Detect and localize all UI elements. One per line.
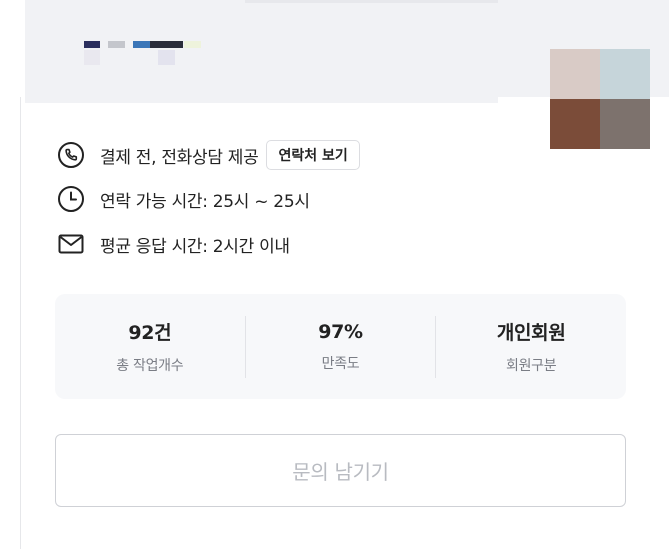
stat-value: 97% [318,320,363,343]
avatar-tile [550,49,600,99]
view-contact-button[interactable]: 연락처 보기 [266,140,360,170]
contact-hours-row: 연락 가능 시간: 25시 ~ 25시 [57,183,310,215]
phone-icon [57,141,85,169]
redacted-block [158,50,175,65]
clock-icon [57,185,85,213]
stat-label: 회원구분 [506,358,557,374]
call-consult-row: 결제 전, 전화상담 제공 연락처 보기 [57,139,360,171]
leave-inquiry-button[interactable]: 문의 남기기 [55,434,626,507]
seller-stats: 92건 총 작업개수 97% 만족도 개인회원 회원구분 [55,294,626,399]
stat-member-type: 개인회원 회원구분 [435,315,626,378]
mail-icon [57,230,85,258]
stat-value: 92건 [128,322,172,344]
response-time-row: 평균 응답 시간: 2시간 이내 [57,228,290,260]
redacted-block [184,41,201,48]
stat-label: 총 작업개수 [116,358,184,374]
stat-satisfaction: 97% 만족도 [244,315,436,378]
response-time-text: 평균 응답 시간: 2시간 이내 [100,236,290,257]
redacted-block [150,41,183,48]
redacted-block [133,41,150,48]
banner-divider [245,0,498,3]
redacted-block [108,41,125,48]
call-consult-text: 결제 전, 전화상담 제공 [100,147,259,168]
redacted-block [84,41,100,48]
stat-total-jobs: 92건 총 작업개수 [55,316,245,378]
avatar-tile [600,49,650,99]
contact-hours-text: 연락 가능 시간: 25시 ~ 25시 [100,191,310,212]
redacted-block [84,50,100,65]
stat-label: 만족도 [321,355,360,372]
stat-value: 개인회원 [496,322,566,344]
